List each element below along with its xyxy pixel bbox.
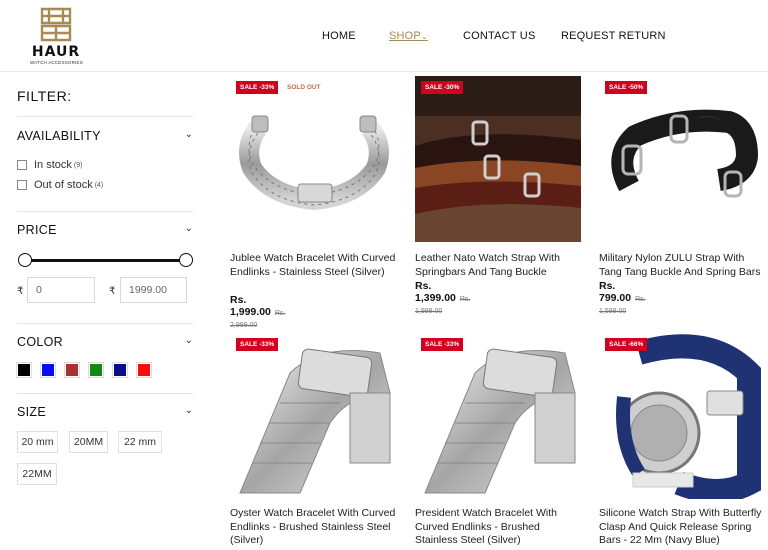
product-image[interactable]: SALE -33% <box>230 333 396 499</box>
chevron-down-icon[interactable]: ⌄ <box>185 129 193 140</box>
product-image[interactable]: SALE -66% <box>599 333 765 499</box>
nav-shop[interactable]: SHOP⌄ <box>389 30 428 42</box>
rupee-icon: ₹ <box>17 286 24 297</box>
nav-request-return[interactable]: REQUEST RETURN <box>561 30 666 42</box>
color-swatch-black[interactable] <box>16 362 32 378</box>
price-slider-min-handle[interactable] <box>18 253 32 267</box>
size-option[interactable]: 22MM <box>17 463 57 485</box>
nav-home[interactable]: HOME <box>322 30 356 42</box>
out-of-stock-count: (4) <box>94 181 104 189</box>
chevron-down-icon: ⌄ <box>420 32 428 41</box>
nav-contact-us[interactable]: CONTACT US <box>463 30 536 42</box>
product-title[interactable]: President Watch Bracelet With Curved End… <box>415 507 585 548</box>
price-slider-max-handle[interactable] <box>179 253 193 267</box>
president-bracelet-image <box>424 348 576 494</box>
product-price: Rs. 799.00 Rs. 1,599.00 <box>599 280 646 316</box>
sale-badge: SALE -33% <box>236 81 279 94</box>
product-price: Rs. 1,999.00 Rs. 2,999.00 <box>230 294 285 330</box>
oyster-bracelet-image <box>239 348 391 494</box>
color-swatch-blue[interactable] <box>40 362 56 378</box>
in-stock-option[interactable]: In stock (9) <box>17 159 82 171</box>
sale-badge: SALE -50% <box>605 81 648 94</box>
color-swatch-red[interactable] <box>136 362 152 378</box>
nav-shop-label: SHOP <box>389 30 421 42</box>
silicone-strap-image <box>616 334 761 499</box>
sale-badge: SALE -30% <box>421 81 464 94</box>
out-of-stock-option[interactable]: Out of stock (4) <box>17 179 103 191</box>
product-title[interactable]: Oyster Watch Bracelet With Curved Endlin… <box>230 507 400 548</box>
product-title[interactable]: Military Nylon ZULU Strap With Tang Tang… <box>599 252 768 279</box>
color-swatch-navy[interactable] <box>112 362 128 378</box>
in-stock-count: (9) <box>73 161 83 169</box>
price-title[interactable]: PRICE <box>17 223 57 237</box>
sale-price: Rs. 1,999.00 <box>230 294 271 318</box>
chevron-down-icon[interactable]: ⌄ <box>185 335 193 346</box>
product-title[interactable]: Leather Nato Watch Strap With Springbars… <box>415 252 585 279</box>
in-stock-label: In stock <box>34 159 72 171</box>
color-title[interactable]: COLOR <box>17 335 63 349</box>
price-max-input[interactable]: 1999.00 <box>120 277 187 303</box>
product-image[interactable]: SALE -50% <box>599 76 765 242</box>
size-option[interactable]: 22 mm <box>118 431 162 453</box>
size-option[interactable]: 20MM <box>69 431 108 453</box>
price-slider-track[interactable] <box>25 259 186 262</box>
sale-badge: SALE -66% <box>605 338 648 351</box>
sale-price: Rs. 1,399.00 <box>415 280 456 304</box>
haur-logo-mark <box>40 7 72 42</box>
leather-nato-image <box>415 76 581 242</box>
sold-out-label: SOLD OUT <box>287 84 321 91</box>
jubilee-bracelet-image <box>239 115 389 211</box>
divider <box>17 211 193 212</box>
product-title[interactable]: Jublee Watch Bracelet With Curved Endlin… <box>230 252 400 279</box>
sale-badge: SALE -33% <box>421 338 464 351</box>
filter-title: FILTER: <box>17 88 72 104</box>
product-image[interactable]: SALE -33% <box>415 333 581 499</box>
divider <box>17 116 193 117</box>
brand-tagline: WATCH ACCESSORIES <box>30 60 83 65</box>
rupee-icon: ₹ <box>109 286 116 297</box>
out-of-stock-label: Out of stock <box>34 179 93 191</box>
product-title[interactable]: Silicone Watch Strap With Butterfly Clas… <box>599 507 768 548</box>
divider <box>17 323 193 324</box>
color-swatch-brown[interactable] <box>64 362 80 378</box>
brand-logo[interactable]: HAUR WATCH ACCESSORIES <box>30 6 83 68</box>
sale-badge: SALE -33% <box>236 338 279 351</box>
product-price: Rs. 1,399.00 Rs. 1,999.00 <box>415 280 470 316</box>
out-of-stock-checkbox[interactable] <box>17 180 27 190</box>
in-stock-checkbox[interactable] <box>17 160 27 170</box>
size-title[interactable]: SIZE <box>17 405 46 419</box>
site-header: HAUR WATCH ACCESSORIES HOME SHOP⌄ CONTAC… <box>0 0 768 72</box>
size-option[interactable]: 20 mm <box>17 431 58 453</box>
chevron-down-icon[interactable]: ⌄ <box>185 405 193 416</box>
chevron-down-icon[interactable]: ⌄ <box>185 223 193 234</box>
divider <box>17 393 193 394</box>
product-image[interactable]: SALE -33% SOLD OUT <box>230 76 396 242</box>
zulu-strap-image <box>611 109 759 198</box>
color-swatch-green[interactable] <box>88 362 104 378</box>
product-image[interactable]: SALE -30% <box>415 76 581 242</box>
price-min-input[interactable]: 0 <box>27 277 95 303</box>
sale-price: Rs. 799.00 <box>599 280 632 304</box>
availability-title[interactable]: AVAILABILITY <box>17 129 101 143</box>
brand-name: HAUR <box>31 44 81 60</box>
